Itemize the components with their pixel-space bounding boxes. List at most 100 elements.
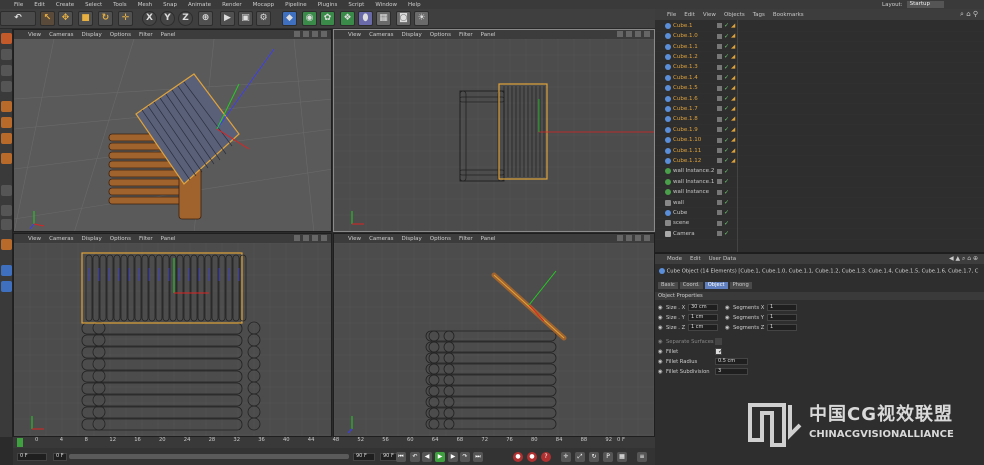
locking-icon[interactable] — [1, 219, 12, 230]
viewport-menu-display[interactable]: Display — [402, 32, 422, 38]
viewport-menu-cameras[interactable]: Cameras — [49, 32, 73, 38]
object-row[interactable]: wall ✓ — [655, 198, 984, 209]
enabled-check-icon[interactable]: ✓ — [724, 137, 729, 144]
visibility-toggles[interactable]: ✓ — [717, 168, 729, 175]
size-z-field[interactable]: 1 cm — [688, 324, 718, 331]
size-z-radio[interactable]: ◉ — [658, 325, 663, 331]
layer-dot-icon[interactable] — [717, 210, 722, 216]
viewport-menu-panel[interactable]: Panel — [161, 236, 176, 242]
viewport-perspective[interactable]: View Cameras Display Options Filter Panel — [13, 29, 332, 232]
enabled-check-icon[interactable]: ✓ — [724, 116, 729, 123]
layer-dot-icon[interactable] — [717, 231, 722, 237]
separate-surfaces-checkbox[interactable] — [715, 338, 722, 345]
toggle-view-icon[interactable] — [644, 235, 650, 241]
previous-frame-icon[interactable]: ◀ — [422, 452, 432, 462]
om-menu-bookmarks[interactable]: Bookmarks — [773, 12, 804, 18]
object-row[interactable]: Cube.1.7 ✓ ◢ — [655, 104, 984, 115]
fillet-radius-radio[interactable]: ◉ — [658, 359, 663, 365]
visibility-toggles[interactable]: ✓ ◢ — [717, 33, 735, 40]
viewport-menu-filter[interactable]: Filter — [459, 236, 473, 242]
menu-item-script[interactable]: Script — [348, 2, 364, 8]
viewport-menu-panel[interactable]: Panel — [161, 32, 176, 38]
object-name[interactable]: Camera — [673, 231, 695, 237]
phong-tag-icon[interactable]: ◢ — [731, 44, 735, 50]
menu-item-tools[interactable]: Tools — [113, 2, 127, 8]
object-row[interactable]: Cube.1 ✓ ◢ — [655, 21, 984, 32]
next-frame-icon[interactable]: ▶ — [448, 452, 458, 462]
cloner-icon[interactable]: ❖ — [340, 11, 355, 26]
rotation-key-icon[interactable]: ↻ — [589, 452, 599, 462]
play-icon[interactable]: ▶ — [435, 452, 445, 462]
tab-phong[interactable]: Phong — [729, 282, 752, 289]
size-y-radio[interactable]: ◉ — [658, 315, 663, 321]
pan-icon[interactable] — [617, 235, 623, 241]
menu-item-file[interactable]: File — [14, 2, 23, 8]
viewport-menu-view[interactable]: View — [348, 32, 361, 38]
range-slider[interactable] — [69, 454, 349, 459]
object-name[interactable]: scene — [673, 220, 689, 226]
visibility-toggles[interactable]: ✓ ◢ — [717, 105, 735, 112]
object-name[interactable]: Cube.1.9 — [673, 127, 698, 133]
zoom-icon[interactable] — [626, 235, 632, 241]
enabled-check-icon[interactable]: ✓ — [724, 209, 729, 216]
object-name[interactable]: Cube.1.4 — [673, 75, 698, 81]
layer-dot-icon[interactable] — [717, 96, 722, 102]
viewport-front[interactable]: View Cameras Display Options Filter Panel — [13, 233, 332, 437]
viewport-menu-filter[interactable]: Filter — [139, 32, 153, 38]
layer-dot-icon[interactable] — [717, 158, 722, 164]
fillet-checkbox[interactable]: ✓ — [715, 348, 723, 355]
layer-dot-icon[interactable] — [717, 54, 722, 60]
viewport-menu-options[interactable]: Options — [430, 236, 451, 242]
am-menu-user-data[interactable]: User Data — [709, 256, 736, 262]
visibility-toggles[interactable]: ✓ — [717, 178, 729, 185]
size-y-field[interactable]: 1 cm — [688, 314, 718, 321]
autokey-icon[interactable]: ● — [527, 452, 537, 462]
object-name[interactable]: Cube.1.2 — [673, 54, 698, 60]
pan-icon[interactable] — [294, 235, 300, 241]
segments-y-field[interactable]: 1 — [767, 314, 797, 321]
axis-y-button[interactable]: Y — [160, 11, 175, 26]
object-row[interactable]: Cube.1.12 ✓ ◢ — [655, 156, 984, 167]
parameter-key-icon[interactable]: P — [603, 452, 613, 462]
fillet-subdivision-field[interactable]: 3 — [715, 368, 748, 375]
visibility-toggles[interactable]: ✓ ◢ — [717, 22, 735, 29]
enabled-check-icon[interactable]: ✓ — [724, 43, 729, 50]
object-row[interactable]: Cube ✓ — [655, 208, 984, 219]
layer-dot-icon[interactable] — [717, 23, 722, 29]
object-row[interactable]: scene ✓ — [655, 219, 984, 230]
toggle-view-icon[interactable] — [644, 31, 650, 37]
viewport-menu-cameras[interactable]: Cameras — [369, 32, 393, 38]
object-name[interactable]: Cube — [673, 210, 687, 216]
axis-mode-icon[interactable] — [1, 153, 12, 164]
object-row[interactable]: Cube.1.4 ✓ ◢ — [655, 73, 984, 84]
go-to-start-icon[interactable]: ⏮ — [396, 452, 406, 462]
object-name[interactable]: Cube.1.3 — [673, 64, 698, 70]
layer-dot-icon[interactable] — [717, 106, 722, 112]
enabled-check-icon[interactable]: ✓ — [724, 189, 729, 196]
object-row[interactable]: Cube.1.2 ✓ ◢ — [655, 52, 984, 63]
go-to-end-icon[interactable]: ⏭ — [473, 452, 483, 462]
layer-dot-icon[interactable] — [717, 127, 722, 133]
object-row[interactable]: wall Instance.1 ✓ — [655, 177, 984, 188]
object-name[interactable]: Cube.1.1 — [673, 44, 698, 50]
visibility-toggles[interactable]: ✓ ◢ — [717, 157, 735, 164]
layer-dot-icon[interactable] — [717, 75, 722, 81]
visibility-toggles[interactable]: ✓ — [717, 220, 729, 227]
om-menu-tags[interactable]: Tags — [753, 12, 765, 18]
render-picture-icon[interactable]: ▣ — [238, 11, 253, 26]
om-menu-objects[interactable]: Objects — [724, 12, 745, 18]
separate-radio[interactable]: ◉ — [658, 339, 663, 345]
object-name[interactable]: Cube.1.8 — [673, 116, 698, 122]
phong-tag-icon[interactable]: ◢ — [731, 158, 735, 164]
phong-tag-icon[interactable]: ◢ — [731, 106, 735, 112]
lod-icon[interactable] — [1, 281, 12, 292]
menu-item-snap[interactable]: Snap — [163, 2, 177, 8]
phong-tag-icon[interactable]: ◢ — [731, 85, 735, 91]
visibility-toggles[interactable]: ✓ — [717, 199, 729, 206]
visibility-toggles[interactable]: ✓ ◢ — [717, 95, 735, 102]
object-name[interactable]: wall — [673, 200, 684, 206]
tab-object[interactable]: Object — [704, 282, 728, 289]
menu-item-select[interactable]: Select — [85, 2, 102, 8]
fillet-radio[interactable]: ◉ — [658, 349, 663, 355]
object-name[interactable]: Cube.1.11 — [673, 148, 701, 154]
